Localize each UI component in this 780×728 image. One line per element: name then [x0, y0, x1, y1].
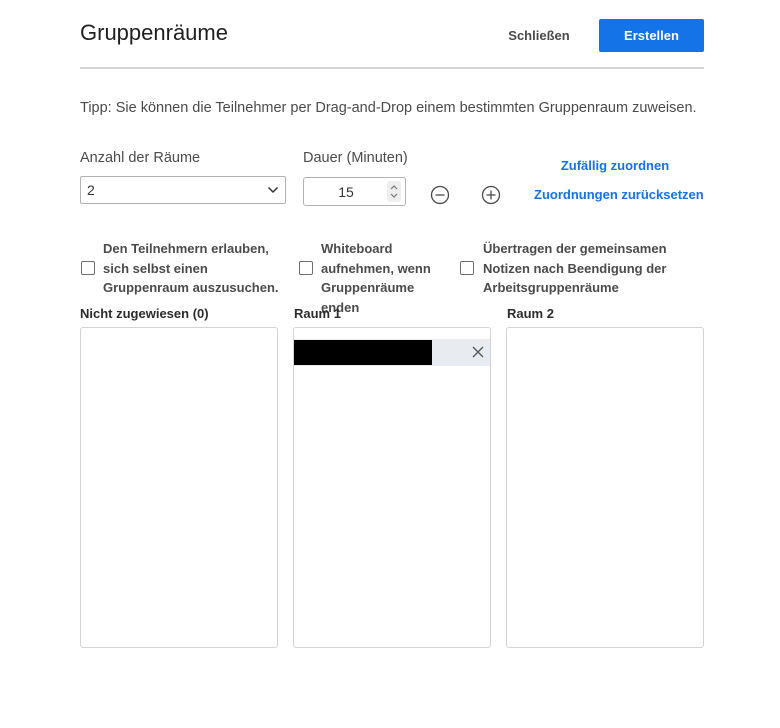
close-button[interactable]: Schließen [498, 20, 580, 50]
reset-assignments-link[interactable]: Zuordnungen zurücksetzen [534, 187, 704, 202]
transfer-notes-checkbox[interactable] [460, 261, 474, 275]
rooms-count-value: 2 [87, 182, 95, 198]
duration-spinner[interactable] [387, 181, 401, 202]
record-whiteboard-label: Whiteboard aufnehmen, wenn Gruppenräume … [321, 241, 431, 315]
decrease-rooms-button[interactable] [430, 185, 450, 205]
participant-name-redacted [294, 340, 432, 365]
room-1-column-title: Raum 1 [294, 306, 341, 321]
unassigned-column-title: Nicht zugewiesen (0) [80, 306, 209, 321]
transfer-notes-label: Übertragen der gemeinsamen Notizen nach … [483, 241, 667, 295]
unassigned-list[interactable] [80, 327, 278, 648]
dialog-title: Gruppenräume [80, 20, 228, 45]
random-assign-link[interactable]: Zufällig zuordnen [537, 158, 693, 173]
record-whiteboard-checkbox[interactable] [299, 261, 313, 275]
spinner-arrows-icon [390, 185, 398, 198]
participant-item[interactable] [294, 339, 490, 366]
increase-rooms-button[interactable] [481, 185, 501, 205]
room-1-list[interactable] [293, 327, 491, 648]
duration-label: Dauer (Minuten) [303, 150, 408, 166]
duration-input[interactable]: 15 [303, 177, 406, 206]
rooms-count-select[interactable]: 2 [80, 176, 286, 204]
allow-self-select-label: Den Teilnehmern erlauben, sich selbst ei… [103, 241, 279, 295]
chevron-down-icon [267, 186, 279, 194]
duration-value: 15 [338, 184, 354, 200]
room-2-column-title: Raum 2 [507, 306, 554, 321]
rooms-count-label: Anzahl der Räume [80, 150, 201, 166]
header-divider [80, 67, 704, 69]
create-button[interactable]: Erstellen [599, 19, 704, 52]
allow-self-select-checkbox[interactable] [81, 261, 95, 275]
room-2-list[interactable] [506, 327, 704, 648]
close-icon[interactable] [472, 346, 484, 358]
tip-text: Tipp: Sie können die Teilnehmer per Drag… [80, 100, 697, 116]
